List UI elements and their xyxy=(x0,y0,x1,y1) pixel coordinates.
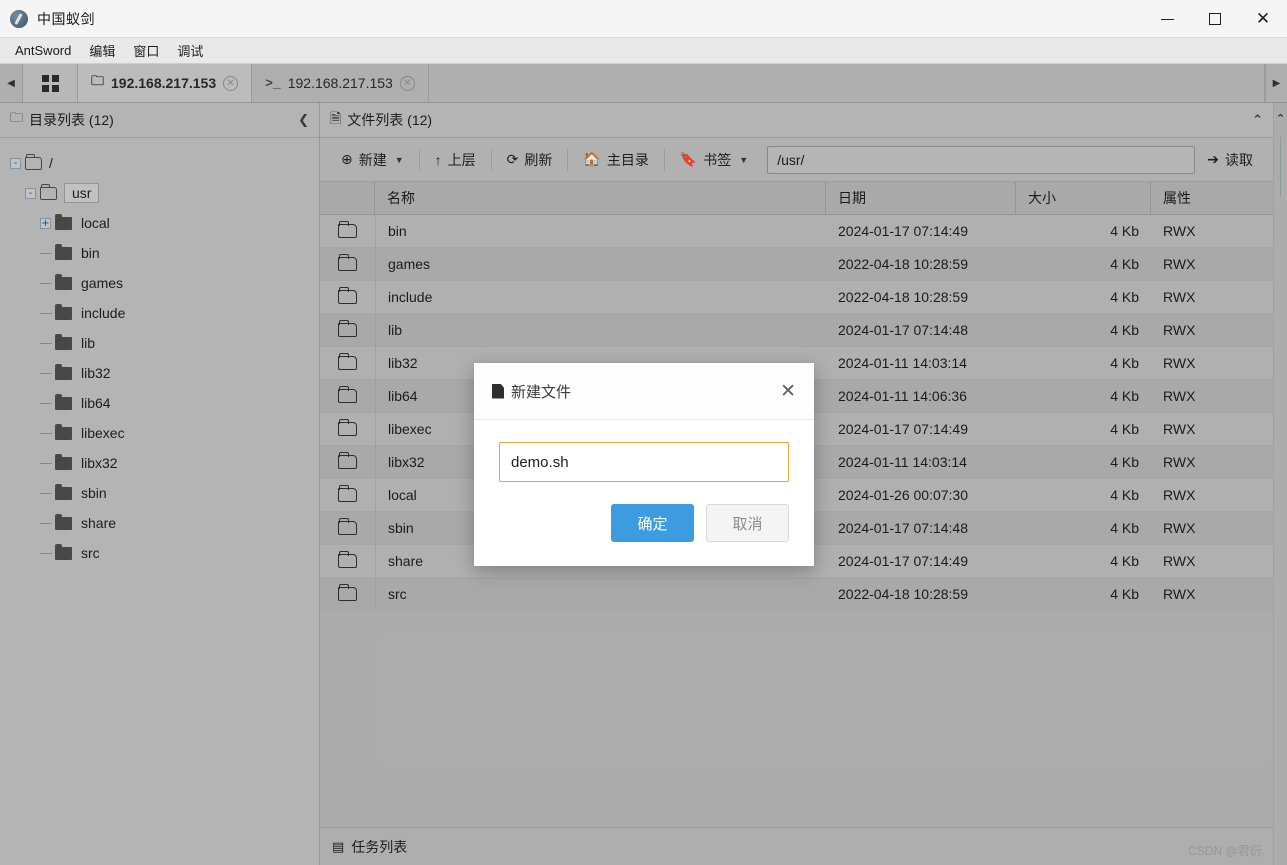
new-file-dialog: 新建文件 ✕ 确定 取消 xyxy=(474,363,814,566)
file-icon xyxy=(492,383,504,399)
dialog-body xyxy=(474,420,814,482)
dialog-title-wrap: 新建文件 xyxy=(492,381,571,402)
dialog-header: 新建文件 ✕ xyxy=(474,363,814,420)
dialog-footer: 确定 取消 xyxy=(474,482,814,566)
cancel-button[interactable]: 取消 xyxy=(706,504,789,542)
filename-input[interactable] xyxy=(499,442,789,482)
close-icon[interactable]: ✕ xyxy=(780,381,796,401)
confirm-button[interactable]: 确定 xyxy=(611,504,694,542)
dialog-title: 新建文件 xyxy=(511,383,572,401)
